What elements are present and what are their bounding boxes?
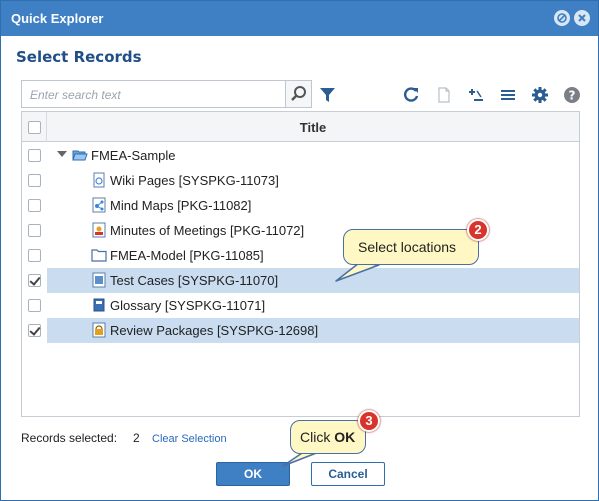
search-icon xyxy=(291,86,306,101)
cancel-button[interactable]: Cancel xyxy=(311,462,385,486)
tree-row[interactable]: Mind Maps [PKG-11082] xyxy=(22,193,579,218)
row-checkbox[interactable] xyxy=(28,224,41,237)
clear-selection-link[interactable]: Clear Selection xyxy=(152,433,227,445)
tree-item-label: Minutes of Meetings [PKG-11072] xyxy=(110,223,305,238)
grid-header: Title xyxy=(22,112,579,142)
row-checkbox-checked[interactable] xyxy=(28,324,41,337)
help-icon[interactable]: ? xyxy=(562,85,582,105)
row-checkbox[interactable] xyxy=(28,199,41,212)
callout-text: Select locations xyxy=(358,239,457,255)
row-checkbox[interactable] xyxy=(28,174,41,187)
records-selected-count: 2 xyxy=(133,431,140,445)
mind-map-icon xyxy=(92,197,106,213)
gear-icon[interactable] xyxy=(530,85,550,105)
tree-row[interactable]: Minutes of Meetings [PKG-11072] xyxy=(22,218,579,243)
folder-icon xyxy=(91,249,107,262)
search-input[interactable]: Enter search text xyxy=(30,88,121,102)
close-icon[interactable] xyxy=(574,10,590,26)
row-checkbox[interactable] xyxy=(28,299,41,312)
row-checkbox-checked[interactable] xyxy=(28,274,41,287)
svg-text:?: ? xyxy=(569,89,576,103)
records-grid: Title FMEA-Sample Wiki Pages [SYSPKG-110… xyxy=(21,111,580,417)
tree-item-label: Test Cases [SYSPKG-11070] xyxy=(110,273,279,288)
tree-item-label: Glossary [SYSPKG-11071] xyxy=(110,298,266,313)
wiki-pages-icon xyxy=(93,172,105,188)
step-badge: 3 xyxy=(358,410,380,432)
page-title: Select Records xyxy=(16,48,142,66)
tree-row[interactable]: FMEA-Model [PKG-11085] xyxy=(22,243,579,268)
list-menu-icon[interactable] xyxy=(498,85,518,105)
meeting-minutes-icon xyxy=(92,222,106,238)
tree-item-label: FMEA-Sample xyxy=(91,148,176,163)
search-box[interactable]: Enter search text xyxy=(21,80,312,108)
row-checkbox[interactable] xyxy=(28,249,41,262)
ok-button[interactable]: OK xyxy=(216,462,290,486)
new-document-icon[interactable] xyxy=(434,85,454,105)
tree-item-label: FMEA-Model [PKG-11085] xyxy=(110,248,264,263)
window-title: Quick Explorer xyxy=(11,11,104,26)
search-button[interactable] xyxy=(285,81,311,107)
tree-item-label: Mind Maps [PKG-11082] xyxy=(110,198,252,213)
tree-row[interactable]: Wiki Pages [SYSPKG-11073] xyxy=(22,168,579,193)
column-title[interactable]: Title xyxy=(47,120,579,135)
tree-row-root[interactable]: FMEA-Sample xyxy=(22,143,579,168)
review-package-icon xyxy=(92,322,106,338)
expand-collapse-icon[interactable] xyxy=(466,85,486,105)
click-ok-callout: Click OK xyxy=(290,420,366,454)
filter-icon[interactable] xyxy=(318,85,338,105)
callout-bold: OK xyxy=(334,429,356,445)
test-cases-icon xyxy=(92,272,106,288)
tree-row-selected[interactable]: Test Cases [SYSPKG-11070] xyxy=(22,268,579,293)
refresh-icon[interactable] xyxy=(401,85,421,105)
step-badge: 2 xyxy=(467,219,489,241)
callout-prefix: Click xyxy=(300,429,335,445)
glossary-icon xyxy=(93,298,105,312)
tree-row-selected[interactable]: Review Packages [SYSPKG-12698] xyxy=(22,318,579,343)
callout-text: Click OK xyxy=(300,429,355,445)
title-bar[interactable]: Quick Explorer xyxy=(1,1,598,36)
open-folder-icon xyxy=(72,150,88,161)
tree-row[interactable]: Glossary [SYSPKG-11071] xyxy=(22,293,579,318)
tree-item-label: Review Packages [SYSPKG-12698] xyxy=(110,323,319,338)
select-locations-callout: Select locations xyxy=(343,229,479,265)
tree-item-label: Wiki Pages [SYSPKG-11073] xyxy=(110,173,279,188)
row-checkbox[interactable] xyxy=(28,149,41,162)
chevron-down-icon[interactable] xyxy=(57,151,67,157)
quick-explorer-dialog: Quick Explorer Select Records Enter sear… xyxy=(0,0,599,501)
select-all-checkbox[interactable] xyxy=(28,121,41,134)
restore-icon[interactable] xyxy=(554,10,570,26)
records-selected-label: Records selected: xyxy=(21,431,118,445)
